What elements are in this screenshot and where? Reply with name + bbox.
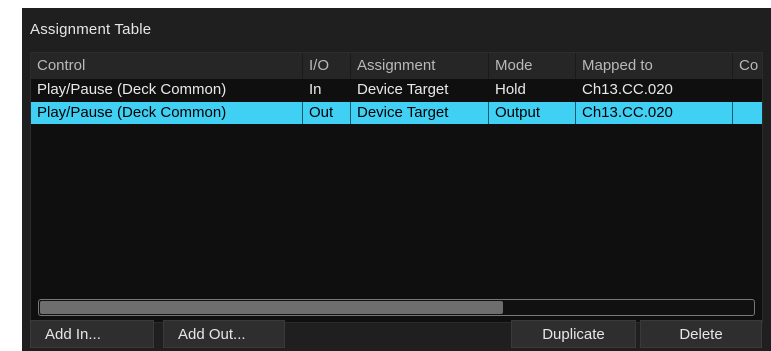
row-io-cell: In bbox=[309, 81, 322, 98]
column-header-mode[interactable]: Mode bbox=[489, 53, 576, 79]
row-mode-cell: Output bbox=[489, 102, 576, 124]
row-mapped-to-cell: Ch13.CC.020 bbox=[576, 102, 733, 124]
row-control-cell: Play/Pause (Deck Common) bbox=[37, 81, 227, 98]
table-row[interactable]: Play/Pause (Deck Common) In Device Targe… bbox=[31, 79, 762, 101]
column-header-io[interactable]: I/O bbox=[303, 53, 351, 79]
row-mapped-to-cell: Ch13.CC.020 bbox=[582, 81, 673, 98]
column-header-comment[interactable]: Co bbox=[733, 53, 762, 79]
column-header-assignment[interactable]: Assignment bbox=[351, 53, 489, 79]
add-in-button[interactable]: Add In... bbox=[30, 320, 154, 348]
column-header-mapped-to[interactable]: Mapped to bbox=[576, 53, 733, 79]
duplicate-button[interactable]: Duplicate bbox=[511, 320, 636, 348]
row-assignment-cell: Device Target bbox=[357, 81, 449, 98]
scrollbar-thumb[interactable] bbox=[40, 301, 503, 314]
row-comment-cell bbox=[733, 79, 762, 101]
row-io-cell: Out bbox=[303, 102, 351, 124]
panel-title: Assignment Table bbox=[30, 21, 152, 38]
assignment-table: Control I/O Assignment Mode Mapped to Co… bbox=[30, 52, 763, 323]
row-comment-cell bbox=[733, 102, 762, 124]
delete-button[interactable]: Delete bbox=[640, 320, 762, 348]
row-mode-cell: Hold bbox=[495, 81, 526, 98]
table-row-selected[interactable]: Play/Pause (Deck Common) Out Device Targ… bbox=[31, 102, 762, 124]
table-header-row: Control I/O Assignment Mode Mapped to Co bbox=[31, 53, 762, 79]
horizontal-scrollbar[interactable] bbox=[38, 299, 755, 316]
column-header-control[interactable]: Control bbox=[31, 53, 303, 79]
add-out-button[interactable]: Add Out... bbox=[163, 320, 285, 348]
row-control-cell: Play/Pause (Deck Common) bbox=[31, 102, 303, 124]
assignment-table-panel: Assignment Table Control I/O Assignment … bbox=[22, 8, 771, 351]
row-assignment-cell: Device Target bbox=[351, 102, 489, 124]
